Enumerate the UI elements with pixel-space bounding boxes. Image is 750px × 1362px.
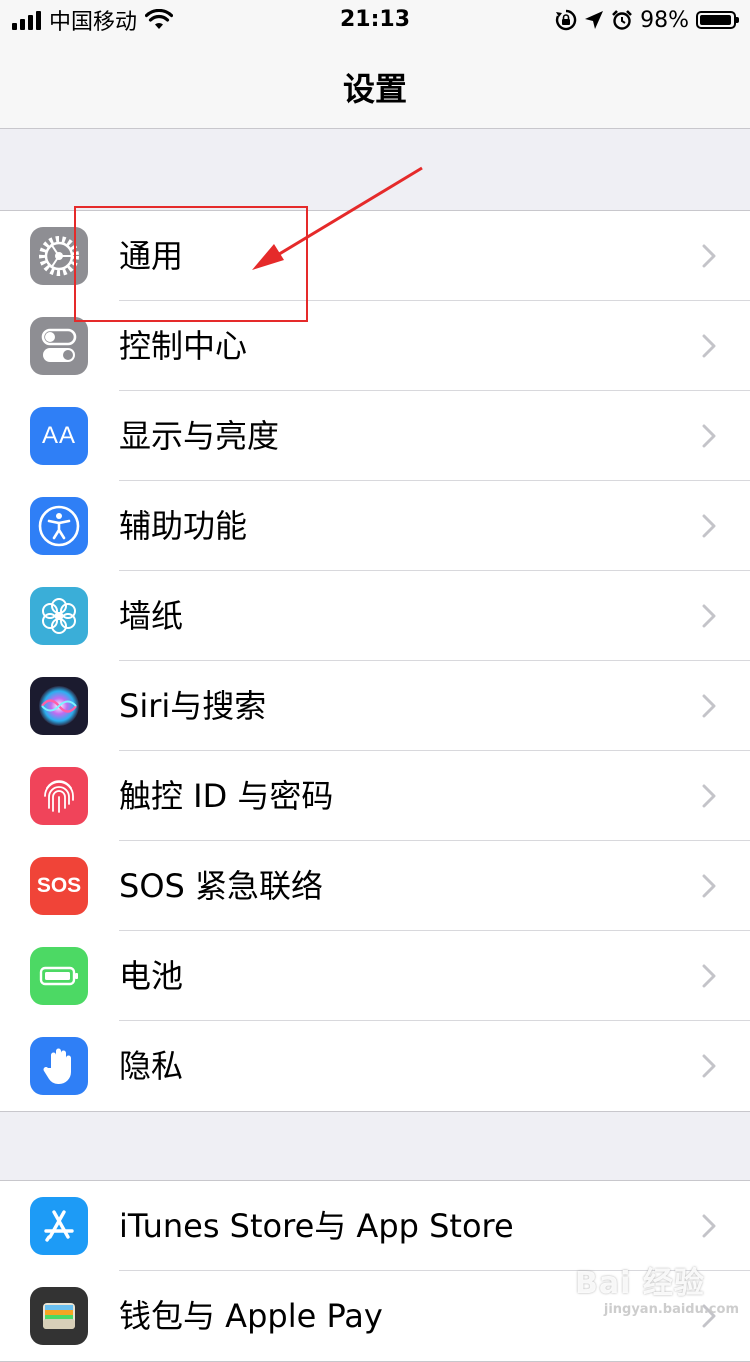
battery-icon bbox=[30, 947, 88, 1005]
settings-row-battery[interactable]: 电池 bbox=[0, 931, 750, 1021]
chevron-right-icon bbox=[702, 964, 716, 988]
text-size-icon: AA bbox=[30, 407, 88, 465]
settings-row-label: 墙纸 bbox=[119, 597, 184, 635]
chevron-right-icon bbox=[702, 604, 716, 628]
navigation-bar: 设置 bbox=[0, 40, 750, 129]
wallet-icon bbox=[30, 1287, 88, 1345]
annotation-arrow bbox=[252, 166, 423, 270]
chevron-right-icon bbox=[702, 1054, 716, 1078]
settings-row-label: 触控 ID 与密码 bbox=[119, 777, 334, 815]
orientation-lock-icon bbox=[555, 9, 577, 31]
watermark: Bai 经验 jingyan.baidu.com bbox=[575, 1258, 745, 1320]
chevron-right-icon bbox=[702, 784, 716, 808]
settings-row-label: 辅助功能 bbox=[119, 507, 248, 545]
chevron-right-icon bbox=[702, 1214, 716, 1238]
chevron-right-icon bbox=[702, 514, 716, 538]
fingerprint-icon bbox=[30, 767, 88, 825]
status-bar-right: 98% bbox=[555, 6, 739, 34]
flower-icon bbox=[30, 587, 88, 645]
toggle-switches-icon bbox=[30, 317, 88, 375]
settings-row-label: iTunes Store与 App Store bbox=[119, 1207, 514, 1245]
settings-row-label: 钱包与 Apple Pay bbox=[119, 1297, 383, 1335]
settings-row-display-brightness[interactable]: AA 显示与亮度 bbox=[0, 391, 750, 481]
battery-icon bbox=[696, 11, 739, 29]
sos-icon: SOS bbox=[30, 857, 88, 915]
chevron-right-icon bbox=[702, 244, 716, 268]
chevron-right-icon bbox=[702, 424, 716, 448]
chevron-right-icon bbox=[702, 334, 716, 358]
settings-row-emergency-sos[interactable]: SOS SOS 紧急联络 bbox=[0, 841, 750, 931]
hand-icon bbox=[30, 1037, 88, 1095]
settings-row-label: SOS 紧急联络 bbox=[119, 867, 323, 905]
siri-icon bbox=[30, 677, 88, 735]
settings-row-label: 电池 bbox=[119, 957, 184, 995]
accessibility-icon bbox=[30, 497, 88, 555]
app-store-icon bbox=[30, 1197, 88, 1255]
page-title: 设置 bbox=[342, 70, 407, 108]
settings-group-main: 通用 控制中心 AA 显示与亮度 辅助功能 墙纸 Siri与搜索 触控 ID 与… bbox=[0, 210, 750, 1112]
settings-row-label: 隐私 bbox=[119, 1047, 184, 1085]
settings-row-accessibility[interactable]: 辅助功能 bbox=[0, 481, 750, 571]
settings-row-label: Siri与搜索 bbox=[119, 687, 267, 725]
chevron-right-icon bbox=[702, 874, 716, 898]
settings-row-privacy[interactable]: 隐私 bbox=[0, 1021, 750, 1111]
chevron-right-icon bbox=[702, 694, 716, 718]
battery-percentage: 98% bbox=[640, 7, 689, 33]
settings-row-touch-id-passcode[interactable]: 触控 ID 与密码 bbox=[0, 751, 750, 841]
location-arrow-icon bbox=[585, 11, 604, 29]
settings-row-siri-search[interactable]: Siri与搜索 bbox=[0, 661, 750, 751]
settings-row-wallpaper[interactable]: 墙纸 bbox=[0, 571, 750, 661]
settings-row-label: 显示与亮度 bbox=[119, 417, 280, 455]
watermark-logo-text: Bai 经验 bbox=[575, 1266, 705, 1301]
watermark-url: jingyan.baidu.com bbox=[603, 1302, 739, 1317]
alarm-clock-icon bbox=[612, 10, 633, 30]
status-bar: 中国移动 21:13 98% bbox=[0, 0, 750, 40]
